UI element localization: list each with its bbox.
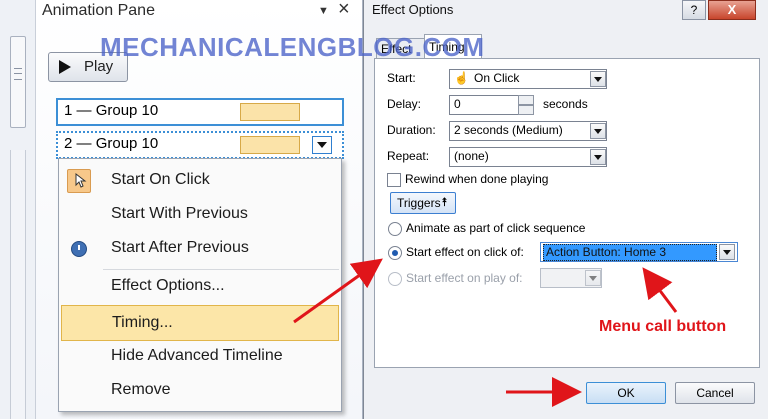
arrow-to-start-on-click-radio xyxy=(293,258,383,324)
arrow-to-trigger-dropdown xyxy=(642,267,678,313)
annotation-arrows xyxy=(293,258,678,407)
